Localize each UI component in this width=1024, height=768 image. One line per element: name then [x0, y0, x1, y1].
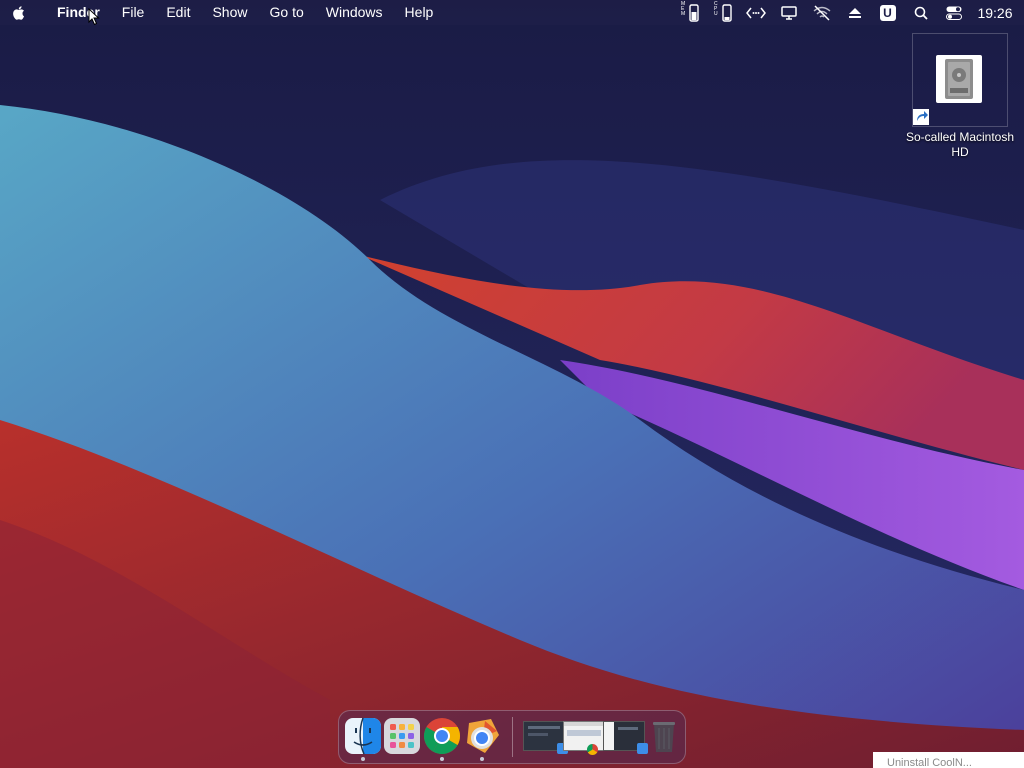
chrome-alt-icon[interactable] — [463, 717, 501, 755]
u-app-icon[interactable]: U — [871, 0, 904, 25]
menu-go-to[interactable]: Go to — [259, 0, 315, 25]
cpu-monitor-icon[interactable]: CPU — [706, 0, 739, 25]
window-thumbnail-2[interactable] — [563, 721, 605, 755]
search-icon[interactable] — [904, 0, 937, 25]
hard-drive-icon — [936, 55, 982, 103]
cpu-label: CPU — [714, 1, 718, 17]
menu-help[interactable]: Help — [394, 0, 445, 25]
finder-icon[interactable] — [344, 717, 382, 755]
chrome-running-indicator — [440, 757, 444, 761]
menubar-clock[interactable]: 19:26 — [970, 5, 1020, 21]
macintosh-hd-icon[interactable] — [912, 33, 1008, 127]
chrome-icon[interactable] — [423, 717, 461, 755]
display-icon[interactable] — [772, 0, 805, 25]
shortcut-arrow-icon — [913, 109, 929, 125]
trash-icon[interactable] — [645, 717, 683, 755]
dock — [338, 710, 686, 764]
u-app-label: U — [879, 4, 896, 21]
menu-bar: Finder File Edit Show Go to Windows Help… — [0, 0, 1024, 25]
window-thumbnail-1[interactable] — [523, 721, 568, 754]
window-thumbnail-3[interactable] — [603, 721, 648, 754]
chrome-alt-running-indicator — [480, 757, 484, 761]
menu-finder[interactable]: Finder — [46, 0, 111, 25]
menu-windows[interactable]: Windows — [315, 0, 394, 25]
uninstall-notification[interactable]: Uninstall CoolN... — [873, 752, 1024, 768]
menu-file[interactable]: File — [111, 0, 156, 25]
chrome-badge-icon — [587, 744, 598, 755]
mouse-cursor-icon — [88, 8, 100, 26]
wifi-off-icon[interactable] — [805, 0, 838, 25]
dock-separator — [512, 717, 513, 757]
memory-monitor-icon[interactable]: MEM — [673, 0, 706, 25]
menu-show[interactable]: Show — [201, 0, 258, 25]
finder-running-indicator — [361, 757, 365, 761]
control-center-icon[interactable] — [937, 0, 970, 25]
mem-label: MEM — [681, 1, 686, 17]
launchpad-icon[interactable] — [383, 717, 421, 755]
eject-icon[interactable] — [838, 0, 871, 25]
apple-logo-icon[interactable] — [12, 5, 46, 21]
code-icon[interactable] — [739, 0, 772, 25]
menu-edit[interactable]: Edit — [155, 0, 201, 25]
macintosh-hd-label[interactable]: So-called Macintosh HD — [900, 130, 1020, 160]
desktop-wallpaper — [0, 0, 1024, 768]
